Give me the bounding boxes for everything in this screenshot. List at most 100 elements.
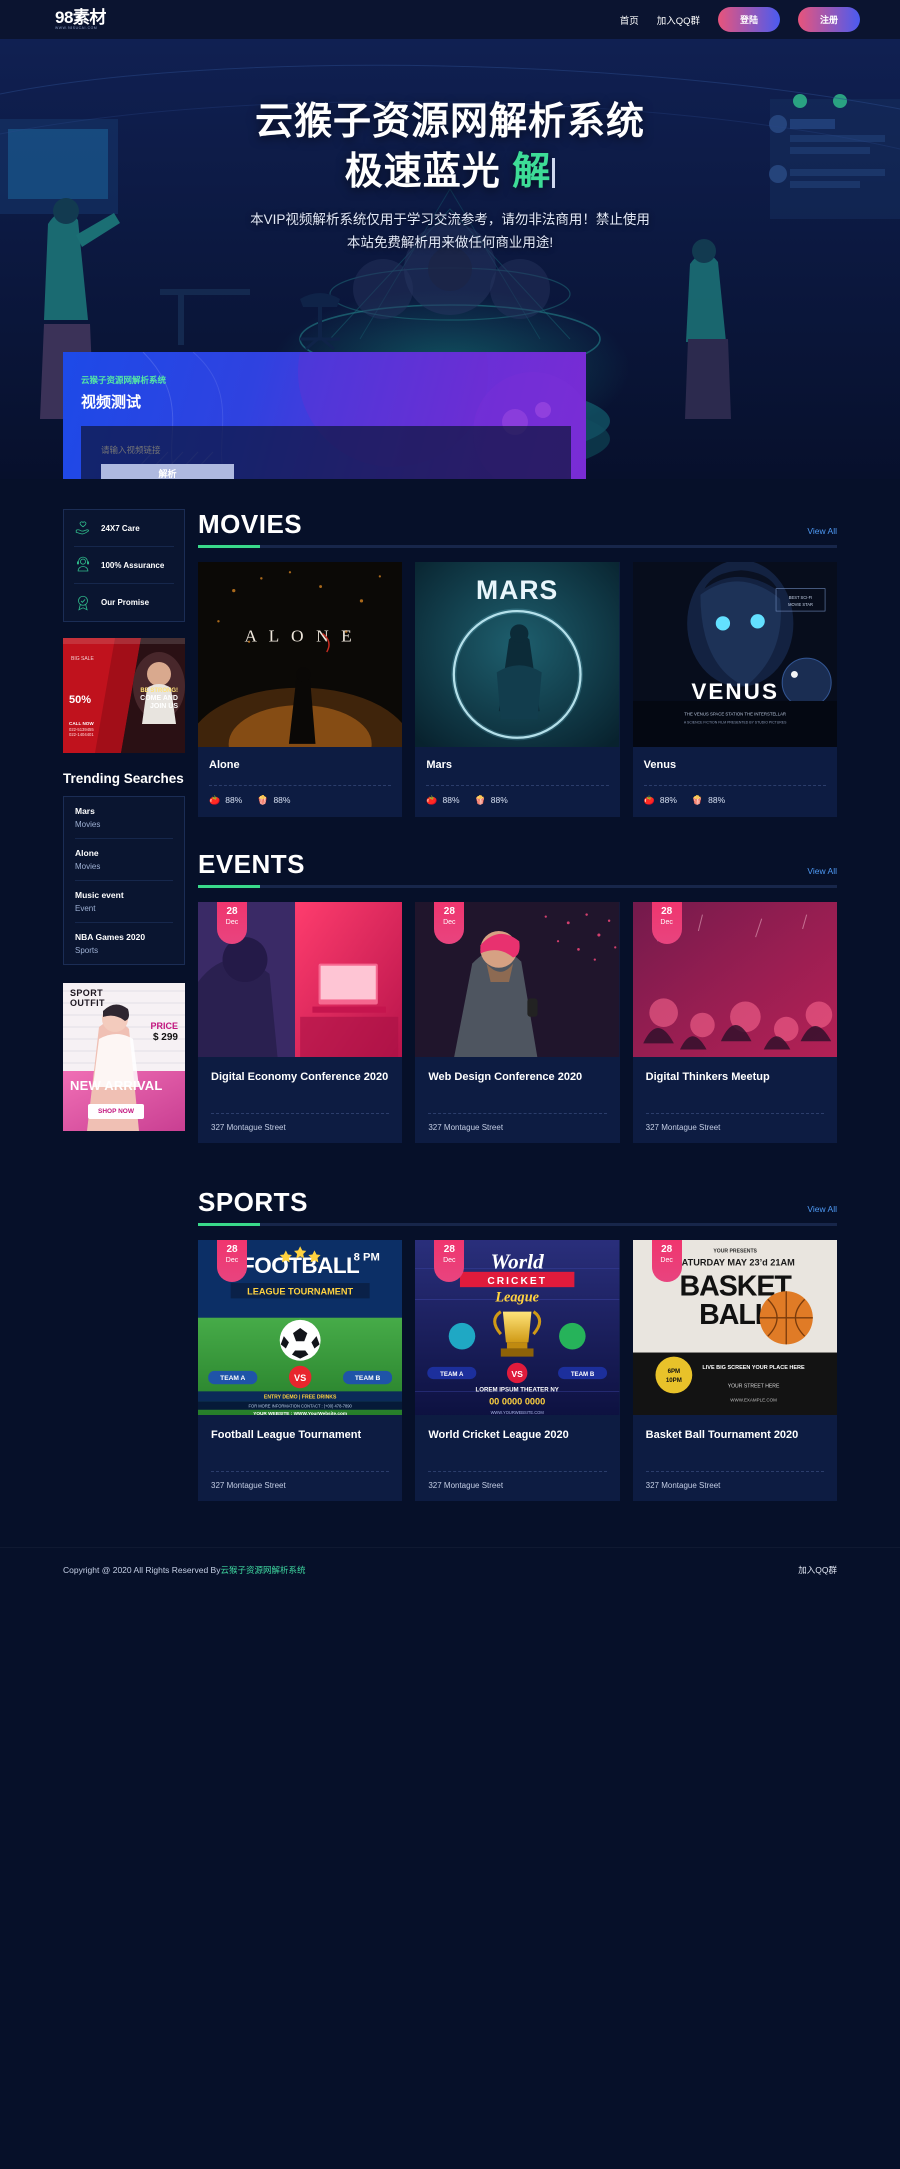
movie-ratings: 🍅 88% 🍿 88% xyxy=(426,784,609,817)
movie-card[interactable]: A L O N E Alone 🍅 88% 🍿 88% xyxy=(198,562,403,817)
event-address: 327 Montague Street xyxy=(428,1112,607,1143)
ad-phone-2: 022-1404401 xyxy=(69,731,94,737)
sport-date-badge: 28 Dec xyxy=(217,1239,247,1282)
page-root: 98素材 WWW.98SUCAI.COM 首页 加入QQ群 登陆 注册 云猴子资… xyxy=(0,0,900,1596)
list-item[interactable]: NBA Games 2020 Sports xyxy=(75,923,173,964)
sport-card[interactable]: YOUR PRESENTS SATURDAY MAY 23’d 21AM BAS… xyxy=(632,1239,837,1501)
trending-title: Music event xyxy=(75,890,124,900)
list-item[interactable]: Music event Event xyxy=(75,881,173,923)
sidebar-ad-join-us[interactable]: BIG SALE 50% BE STRONG! COME AND JOIN US… xyxy=(63,638,185,753)
main-nav: 首页 加入QQ群 登陆 注册 xyxy=(620,7,860,32)
site-footer: Copyright @ 2020 All Rights Reserved By … xyxy=(0,1546,900,1596)
section-events: EVENTS View All 28 Dec Digital Economy C… xyxy=(198,849,837,1143)
ad-sport-line2: OUTFIT xyxy=(70,997,105,1008)
poster-title-text: MARS xyxy=(476,575,558,605)
site-header: 98素材 WWW.98SUCAI.COM 首页 加入QQ群 登陆 注册 xyxy=(0,0,900,39)
hero-title-typed: 解 xyxy=(512,151,552,194)
event-image-digital-thinkers[interactable]: 28 Dec xyxy=(632,901,837,1057)
nav-item-qq-group[interactable]: 加入QQ群 xyxy=(657,13,700,27)
movie-poster-alone[interactable]: A L O N E xyxy=(198,562,403,747)
list-item[interactable]: Mars Movies xyxy=(75,797,173,839)
event-image-digital-economy[interactable]: 28 Dec xyxy=(198,901,403,1057)
svg-text:TEAM A: TEAM A xyxy=(220,1375,245,1382)
shop-now-button[interactable]: SHOP NOW xyxy=(88,1104,144,1119)
register-button[interactable]: 注册 xyxy=(798,7,860,32)
feature-item-24x7-care[interactable]: 24X7 Care xyxy=(74,510,174,547)
nav-item-home[interactable]: 首页 xyxy=(620,13,639,27)
event-card[interactable]: 28 Dec Digital Economy Conference 2020 3… xyxy=(198,901,403,1143)
sport-image-cricket[interactable]: World CRICKET League TEAM A TEAM B VS LO… xyxy=(415,1239,620,1415)
movie-poster-venus[interactable]: VENUS THE VENUS SPACE STATION THE INTERS… xyxy=(632,562,837,747)
hero-title-static: 极速蓝光 xyxy=(344,151,513,194)
event-image-web-design[interactable]: 28 Dec xyxy=(415,901,620,1057)
sport-address: 327 Montague Street xyxy=(211,1470,390,1501)
event-title: Web Design Conference 2020 xyxy=(428,1070,583,1083)
sport-image-football[interactable]: FOOTBALL LEAGUE TOURNAMENT 8 PM TEAM A T… xyxy=(198,1239,403,1415)
popcorn-score: 88% xyxy=(708,795,726,806)
ad-discount: 50% xyxy=(69,694,92,706)
svg-text:LOREM IPSUM THEATER NY: LOREM IPSUM THEATER NY xyxy=(476,1386,559,1393)
trending-heading: Trending Searches xyxy=(63,771,184,786)
badge-day: 28 xyxy=(443,1243,455,1255)
list-item[interactable]: Alone Movies xyxy=(75,839,173,881)
sport-title: Basket Ball Tournament 2020 xyxy=(645,1428,799,1441)
login-button[interactable]: 登陆 xyxy=(718,7,780,32)
movie-title: Venus xyxy=(643,759,677,771)
sidebar-ad-sport-outfit[interactable]: SPORT OUTFIT PRICE $ 299 NEW ARRIVAL SHO… xyxy=(63,983,185,1131)
agent-support-icon xyxy=(77,556,89,572)
movie-poster-mars[interactable]: MARS xyxy=(415,562,620,747)
hero-title-line2: 极速蓝光 解 xyxy=(0,147,900,197)
page-title: MOVIES xyxy=(198,509,303,539)
parse-button[interactable]: 解析 xyxy=(101,464,234,479)
poster-artwork: A L O N E xyxy=(198,562,403,747)
footer-qq-link[interactable]: 加入QQ群 xyxy=(798,1564,837,1576)
site-logo[interactable]: 98素材 WWW.98SUCAI.COM xyxy=(55,9,106,30)
badge-day: 28 xyxy=(443,905,455,917)
main-column: MOVIES View All A L O N E Alone 🍅 88% 🍿 … xyxy=(198,509,837,1501)
sport-card[interactable]: FOOTBALL LEAGUE TOURNAMENT 8 PM TEAM A T… xyxy=(198,1239,403,1501)
event-date-badge: 28 Dec xyxy=(217,901,247,944)
svg-text:YOUR WEBSITE : WWW.YourWebsite: YOUR WEBSITE : WWW.YourWebsite.com xyxy=(253,1411,347,1415)
sport-address: 327 Montague Street xyxy=(428,1470,607,1501)
footer-brand-link[interactable]: 云猴子资源网解析系统 xyxy=(220,1564,305,1576)
content-area: 24X7 Care 100% Assurance Our Promise BIG… xyxy=(0,479,900,1501)
ad-call-label: CALL NOW xyxy=(69,720,94,726)
page-title: EVENTS xyxy=(198,848,306,879)
ad-price-label: PRICE xyxy=(150,1021,178,1031)
ad-headline: NEW ARRIVAL xyxy=(70,1078,163,1093)
ad-line1: BE STRONG! xyxy=(140,688,178,694)
event-card[interactable]: 28 Dec Web Design Conference 2020 327 Mo… xyxy=(415,901,620,1143)
tomato-rating: 🍅 88% xyxy=(209,795,242,806)
badge-month: Dec xyxy=(443,918,456,926)
logo-subtext: WWW.98SUCAI.COM xyxy=(55,25,98,30)
trending-title: Alone xyxy=(75,848,99,858)
svg-text:6PM: 6PM xyxy=(667,1368,680,1375)
trending-category: Event xyxy=(75,904,96,913)
svg-text:00 0000 0000: 00 0000 0000 xyxy=(489,1396,545,1406)
event-card[interactable]: 28 Dec Digital Thinkers Meetup 327 Monta… xyxy=(632,901,837,1143)
feature-item-assurance[interactable]: 100% Assurance xyxy=(74,547,174,584)
svg-text:WWW.EXAMPLE.COM: WWW.EXAMPLE.COM xyxy=(730,1397,777,1402)
feature-list: 24X7 Care 100% Assurance Our Promise xyxy=(63,509,185,622)
promise-badge-icon xyxy=(78,595,88,611)
sport-address: 327 Montague Street xyxy=(645,1470,824,1501)
hero-banner: 云猴子资源网解析系统 极速蓝光 解 本VIP视频解析系统仅用于学习交流参考，请勿… xyxy=(0,39,900,479)
movie-title: Mars xyxy=(426,759,453,771)
copyright-text: Copyright @ 2020 All Rights Reserved By xyxy=(63,1564,221,1575)
ad-price-value: $ 299 xyxy=(152,1031,178,1043)
video-url-input[interactable] xyxy=(101,445,541,455)
parser-eyebrow: 云猴子资源网解析系统 xyxy=(81,375,167,385)
movie-card[interactable]: VENUS THE VENUS SPACE STATION THE INTERS… xyxy=(632,562,837,817)
sport-card-body: World Cricket League 2020 xyxy=(415,1415,619,1461)
movies-grid: A L O N E Alone 🍅 88% 🍿 88% MARS Mars 🍅 … xyxy=(198,562,837,817)
section-sports: SPORTS View All FOOTBALL LEAGUE TOURNAME… xyxy=(198,1187,837,1501)
sport-image-basketball[interactable]: YOUR PRESENTS SATURDAY MAY 23’d 21AM BAS… xyxy=(632,1239,837,1415)
parser-form: 解析 xyxy=(81,426,571,479)
popcorn-icon: 🍿 xyxy=(257,794,269,805)
video-parser-card: 云猴子资源网解析系统 视频测试 解析 xyxy=(63,352,586,479)
feature-item-our-promise[interactable]: Our Promise xyxy=(74,584,174,621)
trending-category: Sports xyxy=(75,946,99,955)
event-title: Digital Economy Conference 2020 xyxy=(211,1070,389,1083)
movie-card[interactable]: MARS Mars 🍅 88% 🍿 88% xyxy=(415,562,620,817)
sport-card[interactable]: World CRICKET League TEAM A TEAM B VS LO… xyxy=(415,1239,620,1501)
